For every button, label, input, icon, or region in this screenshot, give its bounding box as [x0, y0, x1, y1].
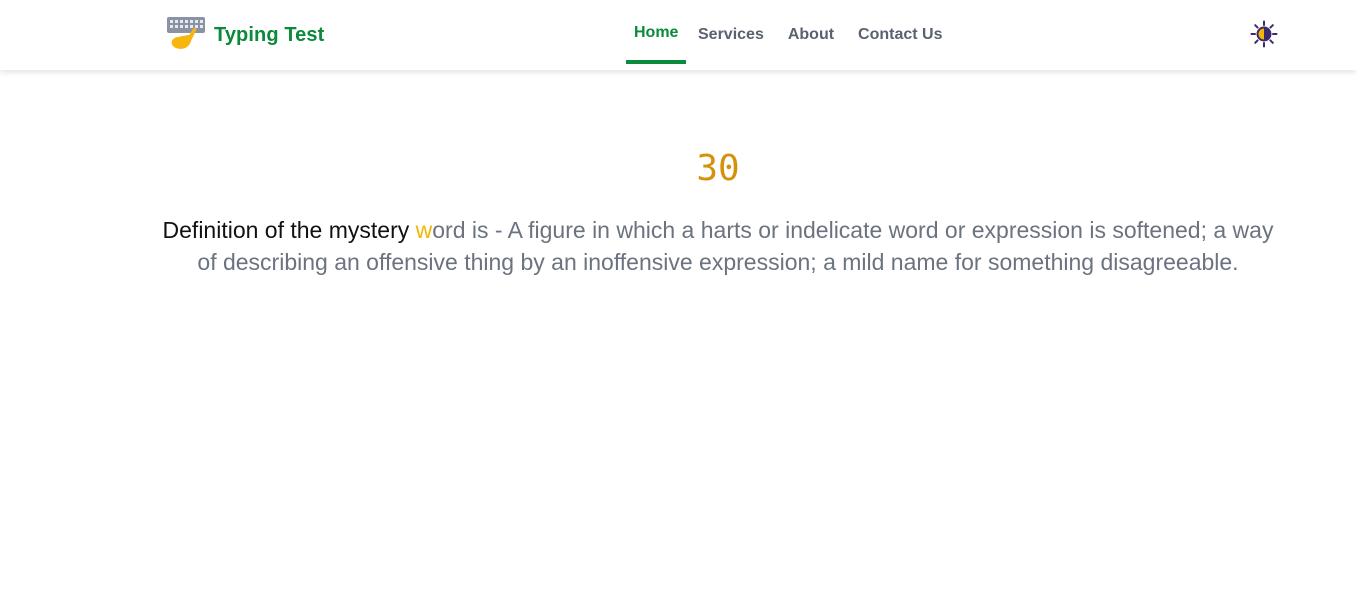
typed-text: Definition of the mystery: [162, 217, 416, 243]
current-char: w: [415, 217, 433, 243]
countdown-timer: 30: [696, 148, 740, 189]
nav-services-label: Services: [698, 26, 764, 43]
nav-home-label: Home: [634, 24, 679, 41]
navbar: Typing Test Home Services About Contact …: [0, 0, 1356, 70]
nav-home[interactable]: Home: [626, 0, 686, 70]
nav-about[interactable]: About: [776, 0, 846, 70]
sun-icon[interactable]: [1250, 20, 1278, 48]
brand-link[interactable]: Typing Test: [166, 16, 324, 54]
nav-contact-us-label: Contact Us: [858, 26, 943, 43]
keyboard-hand-icon: [167, 17, 205, 49]
nav-about-label: About: [787, 26, 835, 43]
brand-title: Typing Test: [214, 23, 325, 46]
nav-contact-us[interactable]: Contact Us: [846, 0, 954, 70]
typing-prompt[interactable]: Definition of the mystery word is - A fi…: [150, 214, 1286, 278]
main-nav: Home Services About Contact Us: [626, 0, 955, 70]
nav-services[interactable]: Services: [686, 0, 776, 70]
